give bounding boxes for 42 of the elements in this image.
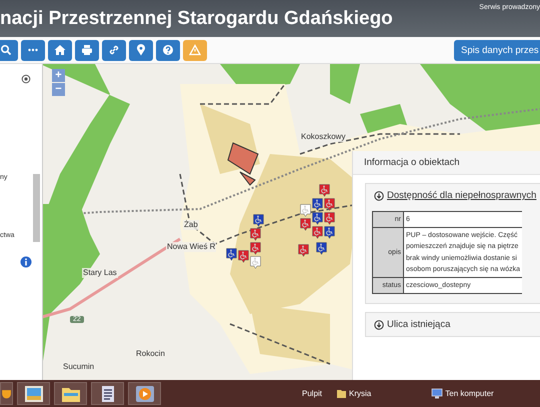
- print-icon: [81, 44, 93, 56]
- link-button[interactable]: [102, 40, 126, 60]
- place-label: Nowa Wieś R: [166, 242, 216, 252]
- computer-label[interactable]: Ten komputer: [445, 389, 494, 398]
- help-button[interactable]: [156, 40, 180, 60]
- warning-icon: [189, 44, 201, 56]
- place-label: Żab: [183, 220, 199, 230]
- settings-icon[interactable]: [21, 74, 31, 84]
- home-button[interactable]: [48, 40, 72, 60]
- download-circle-icon: [374, 320, 384, 330]
- pin-icon: [135, 44, 147, 56]
- more-button[interactable]: [21, 40, 45, 60]
- print-button[interactable]: [75, 40, 99, 60]
- search-button[interactable]: [0, 40, 18, 60]
- panel-title: Informacja o obiektach: [353, 151, 540, 175]
- place-label: Rokocin: [135, 349, 166, 359]
- user-folder-label[interactable]: Krysia: [349, 389, 372, 398]
- data-list-button[interactable]: Spis danych przes: [454, 40, 540, 60]
- place-label: Sucumin: [62, 362, 96, 372]
- pictures-icon: [24, 384, 44, 402]
- place-label: Stary Las: [82, 268, 118, 278]
- media-app-button[interactable]: [128, 382, 161, 405]
- shield-app-button[interactable]: [0, 382, 13, 405]
- folder-app-button[interactable]: [54, 382, 87, 405]
- scrollbar[interactable]: [33, 174, 40, 242]
- link-icon: [108, 44, 120, 56]
- search-icon: [0, 44, 12, 56]
- page-title: nacji Przestrzennej Starogardu Gdańskiego: [0, 8, 393, 30]
- place-label: Kokoszkowy: [300, 132, 346, 142]
- help-icon: [162, 44, 174, 56]
- home-icon: [54, 44, 66, 56]
- info-icon[interactable]: [20, 256, 32, 268]
- download-circle-icon: [374, 190, 384, 200]
- document-app-button[interactable]: [91, 382, 124, 405]
- computer-icon: [431, 388, 444, 399]
- section-link[interactable]: Dostępność dla niepełnosprawnych: [387, 190, 536, 201]
- section-link[interactable]: Ulica istniejąca: [387, 319, 450, 330]
- pin-button[interactable]: [129, 40, 153, 60]
- user-folder-icon: [336, 388, 348, 399]
- pictures-app-button[interactable]: [17, 382, 50, 405]
- media-icon: [134, 384, 154, 402]
- desktop-label[interactable]: Pulpit: [302, 389, 322, 398]
